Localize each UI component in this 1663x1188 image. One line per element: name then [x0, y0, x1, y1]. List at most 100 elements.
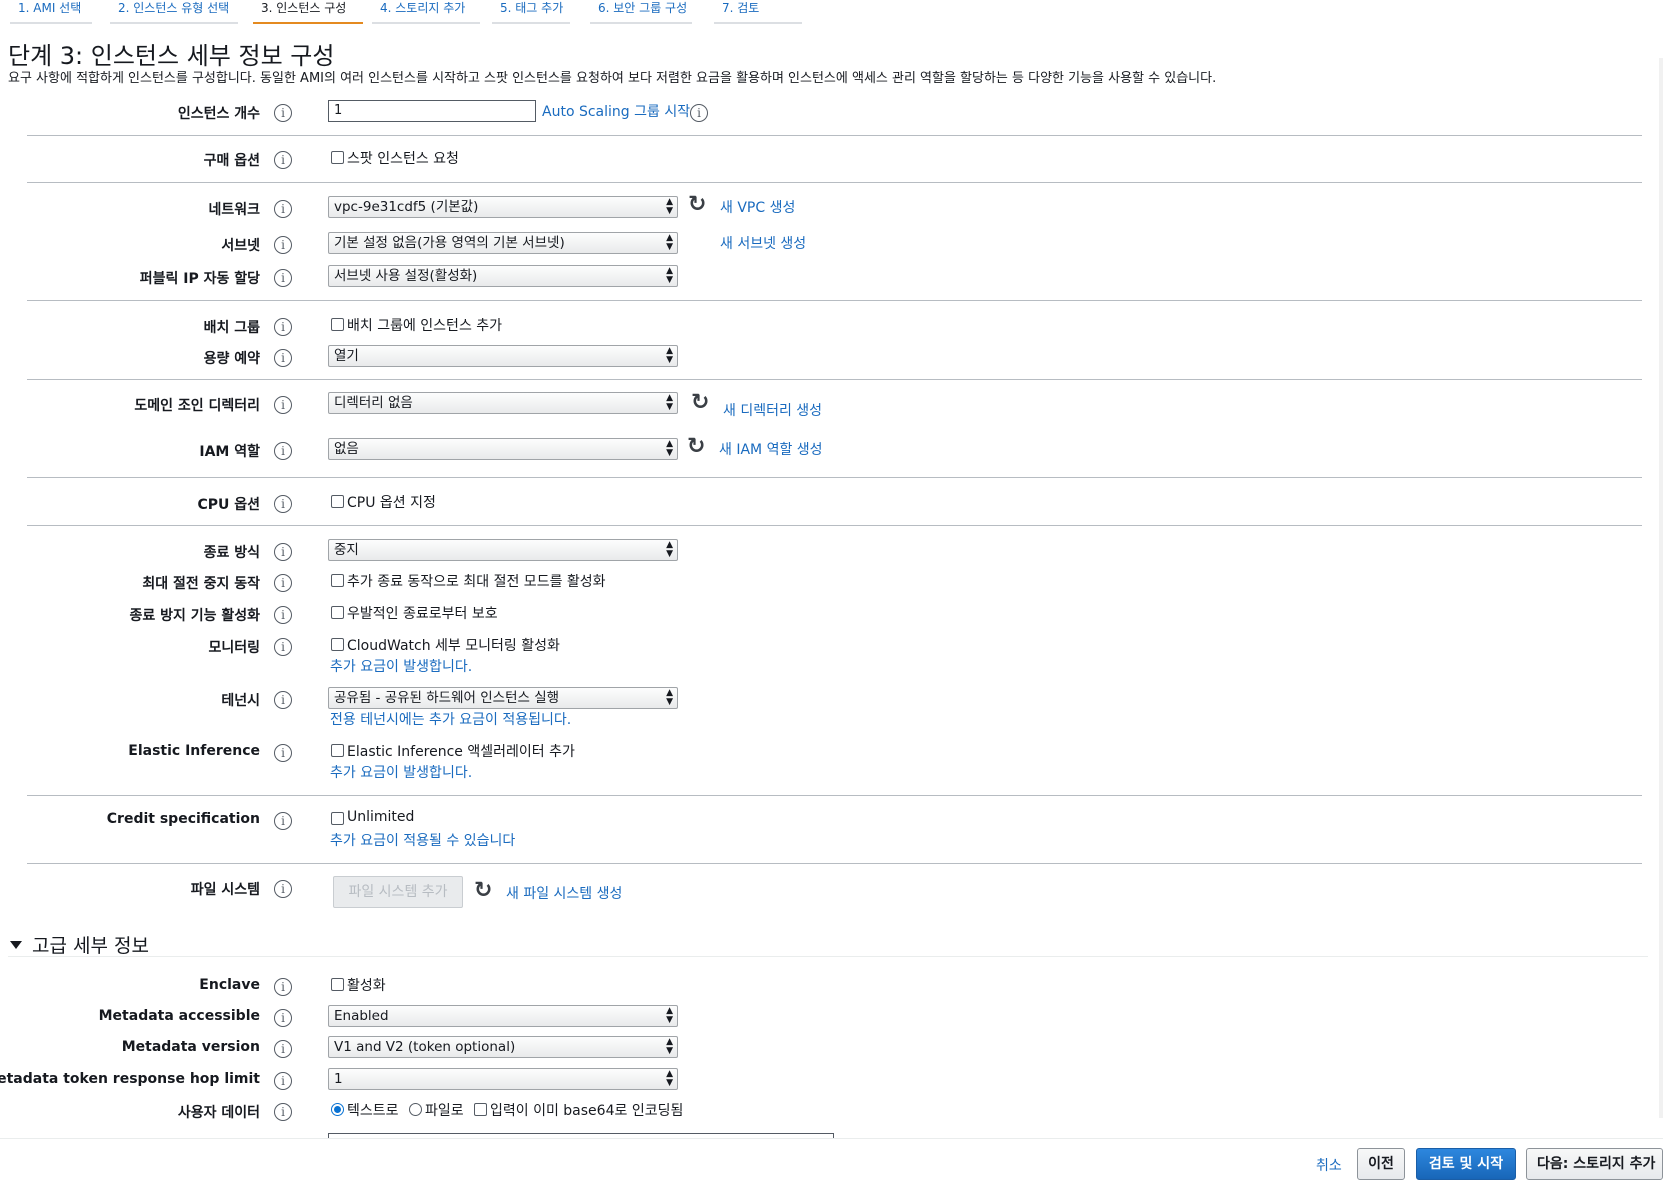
hibernate-label: 최대 절전 중지 동작	[142, 576, 260, 592]
capacity-reservation-select[interactable]: 열기 ▲ ▼	[328, 345, 678, 367]
refresh-icon[interactable]: ↻	[691, 392, 709, 414]
info-icon[interactable]: i	[274, 236, 292, 254]
tenancy-value: 공유됨 - 공유된 하드웨어 인스턴스 실행	[334, 690, 560, 706]
refresh-icon[interactable]: ↻	[687, 436, 705, 458]
placement-group-checkbox-label: 배치 그룹에 인스턴스 추가	[347, 318, 503, 334]
info-icon[interactable]: i	[274, 978, 292, 996]
network-select[interactable]: vpc-9e31cdf5 (기본값) ▲ ▼	[328, 196, 678, 218]
iam-role-select[interactable]: 없음 ▲ ▼	[328, 438, 678, 460]
metadata-version-select[interactable]: V1 and V2 (token optional) ▲ ▼	[328, 1036, 678, 1058]
network-select-value: vpc-9e31cdf5 (기본값)	[334, 199, 479, 215]
public-ip-label: 퍼블릭 IP 자동 할당	[139, 271, 260, 287]
info-icon[interactable]: i	[274, 495, 292, 513]
monitoring-checkbox[interactable]	[331, 638, 344, 651]
monitoring-charge-note[interactable]: 추가 요금이 발생합니다.	[330, 656, 472, 676]
tab-instance-type[interactable]: 2. 인스턴스 유형 선택	[110, 0, 238, 24]
info-icon[interactable]: i	[274, 442, 292, 460]
info-icon[interactable]: i	[274, 812, 292, 830]
tab-configure-instance[interactable]: 3. 인스턴스 구성	[253, 0, 363, 24]
subnet-label: 서브넷	[221, 238, 260, 254]
elastic-inference-charge-note[interactable]: 추가 요금이 발생합니다.	[330, 762, 472, 782]
advanced-details-toggle[interactable]: 고급 세부 정보	[10, 931, 149, 958]
subnet-select[interactable]: 기본 설정 없음(가용 영역의 기본 서브넷) ▲ ▼	[328, 232, 678, 254]
public-ip-select[interactable]: 서브넷 사용 설정(활성화) ▲ ▼	[328, 265, 678, 287]
refresh-icon[interactable]: ↻	[474, 880, 492, 902]
user-data-text-radio[interactable]	[331, 1103, 344, 1116]
cpu-options-checkbox[interactable]	[331, 495, 344, 508]
hop-limit-value: 1	[334, 1071, 343, 1087]
tab-storage[interactable]: 4. 스토리지 추가	[372, 0, 480, 24]
unlimited-checkbox-label: Unlimited	[347, 809, 415, 825]
user-data-file-label: 파일로	[425, 1103, 464, 1119]
tab-ami[interactable]: 1. AMI 선택	[10, 0, 92, 24]
select-arrows-icon: ▲ ▼	[666, 197, 673, 216]
create-file-system-link[interactable]: 새 파일 시스템 생성	[506, 883, 622, 903]
info-icon[interactable]: i	[274, 744, 292, 762]
create-vpc-link[interactable]: 새 VPC 생성	[720, 197, 795, 217]
create-directory-link[interactable]: 새 디렉터리 생성	[723, 400, 822, 420]
info-icon[interactable]: i	[274, 1040, 292, 1058]
unlimited-checkbox[interactable]	[331, 812, 344, 825]
hibernate-checkbox[interactable]	[331, 574, 344, 587]
tenancy-charge-note[interactable]: 전용 테넌시에는 추가 요금이 적용됩니다.	[330, 709, 571, 729]
purchase-option-label: 구매 옵션	[203, 153, 260, 169]
row-subnet: 서브넷 i 기본 설정 없음(가용 영역의 기본 서브넷) ▲ ▼ 새 서브넷 생…	[0, 232, 1663, 262]
info-icon[interactable]: i	[274, 104, 292, 122]
enclave-checkbox[interactable]	[331, 978, 344, 991]
divider	[27, 135, 1642, 136]
page-title: 단계 3: 인스턴스 세부 정보 구성	[8, 42, 335, 70]
info-icon[interactable]: i	[274, 349, 292, 367]
base64-checkbox[interactable]	[474, 1103, 487, 1116]
tab-tags[interactable]: 5. 태그 추가	[492, 0, 570, 24]
info-icon[interactable]: i	[274, 691, 292, 709]
row-purchase-option: 구매 옵션 i 스팟 인스턴스 요청	[0, 147, 1663, 177]
user-data-file-radio[interactable]	[409, 1103, 422, 1116]
info-icon[interactable]: i	[274, 318, 292, 336]
instance-count-input[interactable]: 1	[328, 100, 536, 122]
hop-limit-select[interactable]: 1 ▲ ▼	[328, 1068, 678, 1090]
review-and-launch-button[interactable]: 검토 및 시작	[1416, 1148, 1516, 1180]
row-shutdown-behavior: 종료 방식 i 중지 ▲ ▼	[0, 539, 1663, 569]
create-iam-role-link[interactable]: 새 IAM 역할 생성	[719, 439, 823, 459]
shutdown-behavior-value: 중지	[334, 542, 359, 558]
info-icon[interactable]: i	[274, 1009, 292, 1027]
tenancy-select[interactable]: 공유됨 - 공유된 하드웨어 인스턴스 실행 ▲ ▼	[328, 687, 678, 709]
info-icon[interactable]: i	[274, 638, 292, 656]
termination-protection-checkbox[interactable]	[331, 606, 344, 619]
add-file-system-button[interactable]: 파일 시스템 추가	[333, 876, 463, 908]
select-arrows-icon: ▲ ▼	[666, 688, 673, 707]
tenancy-label: 테넌시	[221, 693, 260, 709]
elastic-inference-checkbox[interactable]	[331, 744, 344, 757]
row-user-data: 사용자 데이터 i 텍스트로 파일로 입력이 이미 base64로 인코딩됨	[0, 1099, 1663, 1129]
tab-review[interactable]: 7. 검토	[714, 0, 802, 24]
shutdown-behavior-select[interactable]: 중지 ▲ ▼	[328, 539, 678, 561]
previous-button[interactable]: 이전	[1357, 1148, 1405, 1180]
placement-group-checkbox[interactable]	[331, 318, 344, 331]
info-icon[interactable]: i	[274, 1072, 292, 1090]
select-arrows-icon: ▲ ▼	[666, 439, 673, 458]
info-icon[interactable]: i	[274, 543, 292, 561]
next-add-storage-button[interactable]: 다음: 스토리지 추가	[1526, 1148, 1663, 1180]
spot-instance-checkbox[interactable]	[331, 151, 344, 164]
scrollbar[interactable]	[1659, 58, 1663, 1118]
info-icon[interactable]: i	[274, 151, 292, 169]
info-icon[interactable]: i	[274, 574, 292, 592]
divider	[27, 795, 1642, 796]
auto-scaling-link[interactable]: Auto Scaling 그룹 시작	[542, 101, 690, 121]
create-subnet-link[interactable]: 새 서브넷 생성	[720, 233, 806, 253]
domain-join-select[interactable]: 디렉터리 없음 ▲ ▼	[328, 392, 678, 414]
metadata-accessible-select[interactable]: Enabled ▲ ▼	[328, 1005, 678, 1027]
tab-security-group[interactable]: 6. 보안 그룹 구성	[590, 0, 692, 24]
info-icon[interactable]: i	[274, 606, 292, 624]
info-icon[interactable]: i	[274, 396, 292, 414]
cancel-link[interactable]: 취소	[1316, 1155, 1342, 1175]
elastic-inference-checkbox-label: Elastic Inference 액셀러레이터 추가	[347, 744, 575, 760]
row-file-system: 파일 시스템 i 파일 시스템 추가 ↻ 새 파일 시스템 생성	[0, 876, 1663, 912]
info-icon[interactable]: i	[274, 1103, 292, 1121]
info-icon[interactable]: i	[274, 200, 292, 218]
info-icon[interactable]: i	[690, 104, 708, 122]
credit-charge-note[interactable]: 추가 요금이 적용될 수 있습니다	[330, 830, 515, 850]
info-icon[interactable]: i	[274, 269, 292, 287]
refresh-icon[interactable]: ↻	[688, 194, 706, 216]
info-icon[interactable]: i	[274, 880, 292, 898]
